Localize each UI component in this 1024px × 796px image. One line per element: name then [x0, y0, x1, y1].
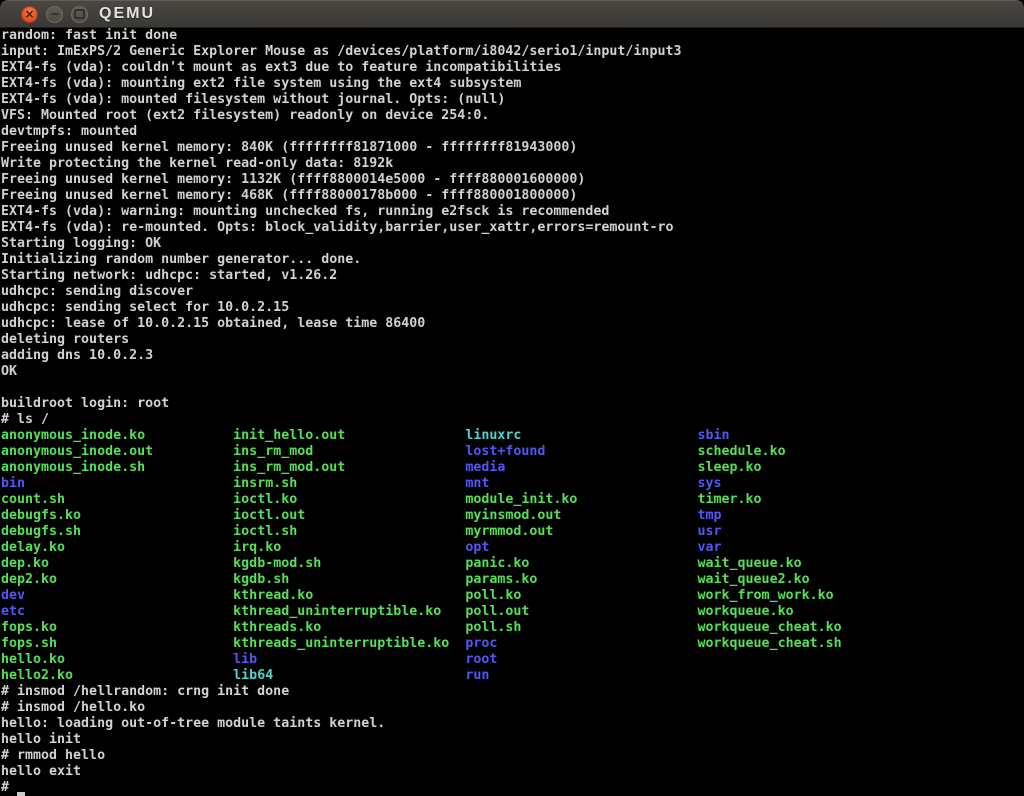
terminal-line: debugfs.ko ioctl.out myinsmod.out tmp [1, 508, 1024, 524]
terminal-line: hello: loading out-of-tree module taints… [1, 716, 1024, 732]
terminal-line: EXT4-fs (vda): warning: mounting uncheck… [1, 204, 1024, 220]
window-title: QEMU [99, 5, 155, 23]
terminal-line: fops.ko kthreads.ko poll.sh workqueue_ch… [1, 620, 1024, 636]
terminal-line: Starting network: udhcpc: started, v1.26… [1, 268, 1024, 284]
terminal-line: Freeing unused kernel memory: 840K (ffff… [1, 140, 1024, 156]
terminal-line: random: fast init done [1, 28, 1024, 44]
minimize-icon [51, 13, 59, 15]
terminal-line: count.sh ioctl.ko module_init.ko timer.k… [1, 492, 1024, 508]
terminal-screen[interactable]: random: fast init doneinput: ImExPS/2 Ge… [0, 28, 1024, 796]
minimize-button[interactable] [46, 6, 63, 23]
terminal-line: Write protecting the kernel read-only da… [1, 156, 1024, 172]
terminal-line: EXT4-fs (vda): mounting ext2 file system… [1, 76, 1024, 92]
terminal-line: EXT4-fs (vda): re-mounted. Opts: block_v… [1, 220, 1024, 236]
terminal-line: debugfs.sh ioctl.sh myrmmod.out usr [1, 524, 1024, 540]
terminal-line: dep2.ko kgdb.sh params.ko wait_queue2.ko [1, 572, 1024, 588]
terminal-line: dev kthread.ko poll.ko work_from_work.ko [1, 588, 1024, 604]
terminal-line: devtmpfs: mounted [1, 124, 1024, 140]
terminal-line: # ls / [1, 412, 1024, 428]
terminal-cursor [17, 780, 25, 796]
terminal-line [1, 380, 1024, 396]
terminal-line: hello.ko lib root [1, 652, 1024, 668]
terminal-line: VFS: Mounted root (ext2 filesystem) read… [1, 108, 1024, 124]
terminal-line: EXT4-fs (vda): couldn't mount as ext3 du… [1, 60, 1024, 76]
terminal-line: # rmmod hello [1, 748, 1024, 764]
terminal-line: anonymous_inode.out ins_rm_mod lost+foun… [1, 444, 1024, 460]
window-titlebar[interactable]: × QEMU [0, 0, 1024, 28]
terminal-line: OK [1, 364, 1024, 380]
terminal-line: etc kthread_uninterruptible.ko poll.out … [1, 604, 1024, 620]
close-button[interactable]: × [21, 6, 38, 23]
terminal-line: delay.ko irq.ko opt var [1, 540, 1024, 556]
terminal-line: hello init [1, 732, 1024, 748]
terminal-line: # insmod /hellrandom: crng init done [1, 684, 1024, 700]
terminal-line: Initializing random number generator... … [1, 252, 1024, 268]
terminal-line: udhcpc: sending discover [1, 284, 1024, 300]
maximize-icon [74, 9, 85, 19]
terminal-line: adding dns 10.0.2.3 [1, 348, 1024, 364]
qemu-window: × QEMU random: fast init doneinput: ImEx… [0, 0, 1024, 796]
terminal-line: Freeing unused kernel memory: 468K (ffff… [1, 188, 1024, 204]
terminal-line: fops.sh kthreads_uninterruptible.ko proc… [1, 636, 1024, 652]
terminal-line: udhcpc: lease of 10.0.2.15 obtained, lea… [1, 316, 1024, 332]
terminal-line: dep.ko kgdb-mod.sh panic.ko wait_queue.k… [1, 556, 1024, 572]
terminal-line: anonymous_inode.sh ins_rm_mod.out media … [1, 460, 1024, 476]
terminal-line: hello2.ko lib64 run [1, 668, 1024, 684]
terminal-line: Starting logging: OK [1, 236, 1024, 252]
terminal-line: # [1, 780, 1024, 796]
terminal-line: # insmod /hello.ko [1, 700, 1024, 716]
terminal-line: anonymous_inode.ko init_hello.out linuxr… [1, 428, 1024, 444]
terminal-line: bin insrm.sh mnt sys [1, 476, 1024, 492]
terminal-line: deleting routers [1, 332, 1024, 348]
terminal-line: Freeing unused kernel memory: 1132K (fff… [1, 172, 1024, 188]
terminal-line: input: ImExPS/2 Generic Explorer Mouse a… [1, 44, 1024, 60]
terminal-line: udhcpc: sending select for 10.0.2.15 [1, 300, 1024, 316]
close-icon: × [24, 8, 34, 20]
maximize-button[interactable] [71, 6, 88, 23]
terminal-line: buildroot login: root [1, 396, 1024, 412]
terminal-line: EXT4-fs (vda): mounted filesystem withou… [1, 92, 1024, 108]
terminal-line: hello exit [1, 764, 1024, 780]
